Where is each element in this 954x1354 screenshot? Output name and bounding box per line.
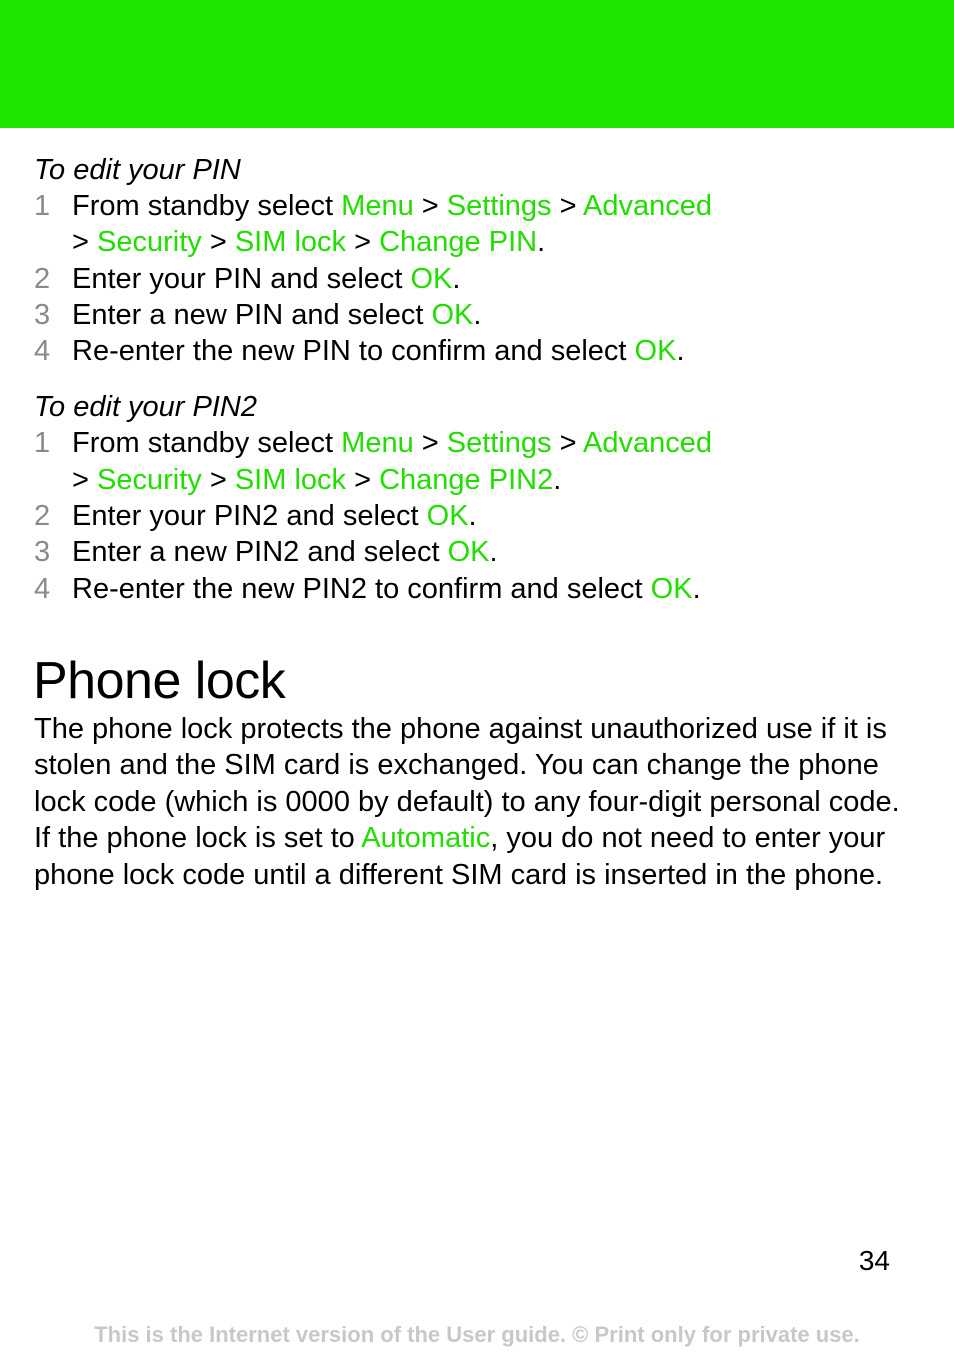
path-separator: > [413,427,447,460]
menu-path-item: Settings [446,190,552,222]
menu-path-item: Settings [446,427,552,460]
phone-lock-automatic-note: If the phone lock is set to Automatic, y… [34,820,924,893]
step-text: Enter your PIN2 and select [72,500,427,533]
step-end: . [473,298,482,331]
step-item: 3 Enter a new PIN and select OK. [34,297,924,333]
ok-action: OK [634,335,677,368]
menu-path-item: Security [97,463,202,496]
step-text: Re-enter the new PIN2 to confirm and sel… [72,572,651,605]
step-number: 3 [34,536,51,569]
edit-pin-heading: To edit your PIN [34,154,241,186]
step-item: 2 Enter your PIN2 and select OK. [34,498,924,534]
path-separator: > [346,226,380,259]
path-separator: > [551,427,584,460]
step-end: . [468,500,477,533]
step-number: 3 [34,298,51,331]
edit-pin2-heading: To edit your PIN2 [34,391,257,424]
step-text: Re-enter the new PIN to confirm and sele… [72,335,635,368]
step-item: 4 Re-enter the new PIN2 to confirm and se… [34,571,924,607]
step-item: 1 From standby select Menu > Settings > A… [34,425,924,498]
menu-path-item: SIM lock [234,463,347,496]
ok-action: OK [447,536,490,569]
step-end: . [452,262,461,295]
path-separator: > [413,190,447,222]
edit-pin-section: To edit your PIN 1 From standby select Me… [34,152,924,369]
step-item: 2 Enter your PIN and select OK. [34,261,924,297]
step-number: 4 [34,335,51,368]
step-item: 1 From standby select Menu > Settings > A… [34,188,924,261]
menu-path-item: Change PIN2 [379,463,554,496]
edit-pin2-section: To edit your PIN2 1 From standby select M… [34,389,924,606]
path-separator: > [72,226,97,259]
step-number: 1 [34,190,51,222]
edit-pin-steps: 1 From standby select Menu > Settings > A… [34,188,924,369]
menu-path-item: Change PIN [379,226,538,259]
footer-note: This is the Internet version of the User… [94,1322,860,1347]
step-text: From standby select [72,190,342,222]
step-item: 3 Enter a new PIN2 and select OK. [34,534,924,570]
menu-path-item: Advanced [583,427,713,460]
page-number: 34 [858,1245,890,1276]
path-separator: > [551,190,584,222]
step-end: . [489,536,498,569]
page-content: To edit your PIN 1 From standby select Me… [33,152,924,894]
automatic-option: Automatic [361,822,491,855]
ok-action: OK [426,500,469,533]
step-number: 2 [34,262,51,295]
ok-action: OK [410,262,453,295]
phone-lock-section: Phone lock The phone lock protects the p… [33,651,924,894]
note-text: If the phone lock is set to [34,822,362,855]
menu-path-item: Menu [341,427,414,460]
menu-path-item: Menu [341,190,414,222]
ok-action: OK [431,298,474,331]
step-text: Enter a new PIN and select [72,298,432,331]
step-number: 1 [34,427,51,460]
path-separator: > [201,463,235,496]
menu-path-item: Advanced [583,190,713,222]
header-band [0,0,954,128]
path-separator: > [72,463,97,496]
step-text: Enter a new PIN2 and select [72,536,448,569]
step-end: . [676,335,685,368]
menu-path-item: Security [97,226,202,259]
step-end: . [692,572,701,605]
path-separator: > [346,463,380,496]
step-text: From standby select [72,427,342,460]
step-number: 2 [34,500,51,533]
phone-lock-description: The phone lock protects the phone agains… [34,712,900,818]
phone-lock-title: Phone lock [33,651,286,710]
ok-action: OK [650,572,693,605]
step-number: 4 [34,572,51,605]
path-separator: > [201,226,235,259]
step-text: Enter your PIN and select [72,262,411,295]
step-end: . [537,226,546,259]
step-end: . [553,463,562,496]
menu-path-item: SIM lock [234,226,347,259]
step-item: 4 Re-enter the new PIN to confirm and sel… [34,333,924,369]
edit-pin2-steps: 1 From standby select Menu > Settings > A… [34,425,924,606]
